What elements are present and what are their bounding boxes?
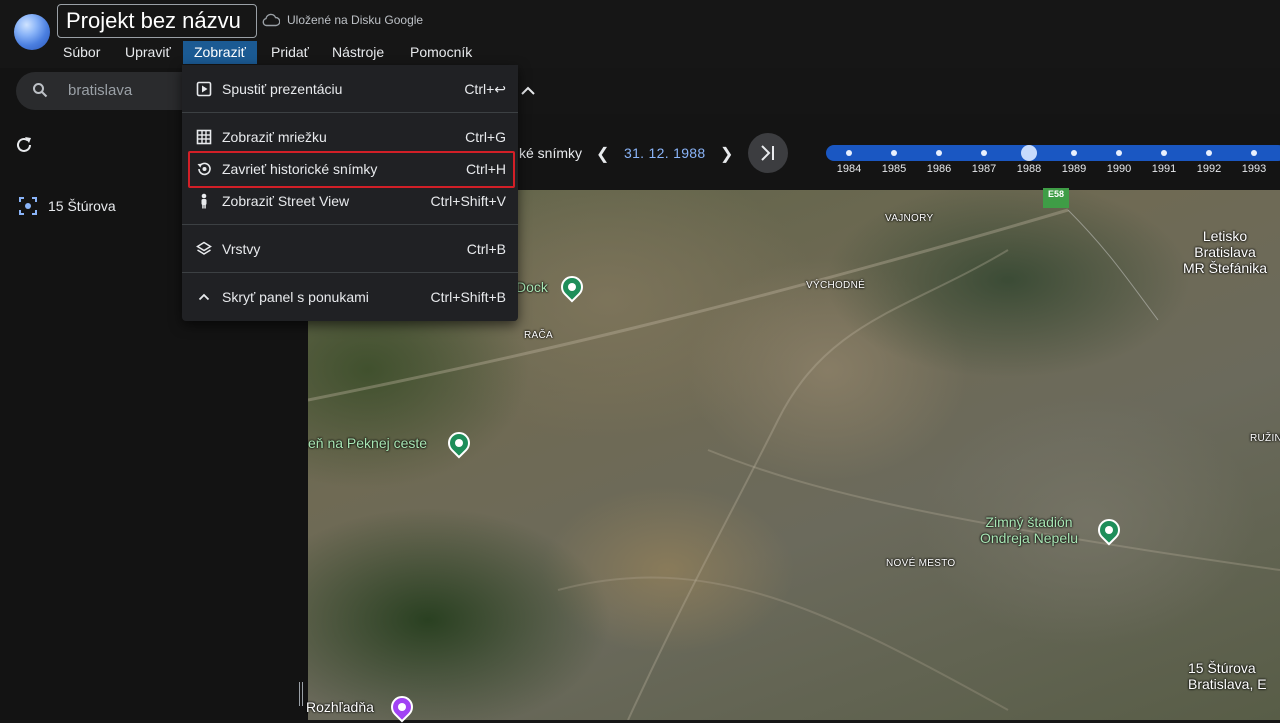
timeline-slider-thumb[interactable]	[1021, 145, 1037, 161]
place-item-label[interactable]: 15 Štúrova	[48, 198, 116, 214]
timeline-tick[interactable]	[1161, 150, 1167, 156]
menu-item-shortcut: Ctrl+Shift+V	[430, 193, 506, 209]
timeline-tick[interactable]	[936, 150, 942, 156]
timeline-year-label: 1993	[1241, 163, 1267, 175]
menu-item-label: Zobraziť mriežku	[222, 129, 327, 145]
timeline-year-label: 1990	[1106, 163, 1132, 175]
timeline-tick[interactable]	[1251, 150, 1257, 156]
menu-item-street-view[interactable]: Zobraziť Street View Ctrl+Shift+V	[182, 185, 518, 217]
timeline-year-label: 1984	[836, 163, 862, 175]
map-label-peknej-cesta: eň na Peknej ceste	[308, 435, 428, 451]
map-label-stadium: Zimný štadión Ondreja Nepelu	[979, 514, 1079, 546]
menu-upravit[interactable]: Upraviť	[125, 41, 171, 64]
layers-icon	[196, 241, 212, 255]
map-label-ruzinov: RUŽIN	[1250, 433, 1280, 444]
refresh-icon[interactable]	[14, 135, 34, 155]
map-label-vajnory: VAJNORY	[885, 213, 934, 224]
menu-zobrazit[interactable]: Zobraziť	[183, 41, 257, 64]
collapse-chevron-icon[interactable]	[518, 82, 538, 98]
sidebar-resize-handle[interactable]	[299, 682, 303, 706]
google-earth-logo[interactable]	[14, 14, 50, 50]
menu-item-label: Skryť panel s ponukami	[222, 289, 369, 305]
historical-imagery-label: ké snímky	[519, 145, 583, 161]
play-icon	[196, 81, 212, 97]
map-label-rozhladna: Rozhľadňa	[306, 699, 374, 715]
map-label-airport: Letisko Bratislava MR Štefánika	[1182, 228, 1268, 276]
menu-item-label: Zobraziť Street View	[222, 193, 350, 209]
menu-item-label: Spustiť prezentáciu	[222, 81, 343, 97]
timeline-tick[interactable]	[1116, 150, 1122, 156]
place-focus-icon	[19, 197, 37, 215]
menu-item-show-grid[interactable]: Zobraziť mriežku Ctrl+G	[182, 121, 518, 153]
map-label-dock: Dock	[516, 279, 548, 295]
grid-icon	[196, 129, 212, 145]
prev-date-chevron-icon[interactable]: ❮	[596, 144, 609, 164]
menu-item-start-presentation[interactable]: Spustiť prezentáciu Ctrl+↩	[182, 73, 518, 105]
menu-subor[interactable]: Súbor	[63, 41, 100, 64]
menu-nastroje[interactable]: Nástroje	[332, 41, 384, 64]
map-label-vychodne: VÝCHODNÉ	[806, 280, 866, 291]
menu-item-label: Vrstvy	[222, 241, 261, 257]
menu-pridat[interactable]: Pridať	[271, 41, 309, 64]
chevron-up-icon	[198, 293, 210, 301]
imagery-date: 31. 12. 1988	[624, 145, 706, 161]
menu-item-shortcut: Ctrl+B	[466, 241, 506, 257]
menu-item-shortcut: Ctrl+Shift+B	[430, 289, 506, 305]
search-value[interactable]: bratislava	[68, 82, 132, 99]
menu-item-shortcut: Ctrl+↩	[464, 81, 506, 97]
timeline-tick[interactable]	[846, 150, 852, 156]
skip-to-latest-button[interactable]	[748, 133, 788, 173]
timeline-year-label: 1992	[1196, 163, 1222, 175]
menu-item-shortcut: Ctrl+G	[465, 129, 506, 145]
road-shield-e58: E58	[1043, 188, 1069, 208]
map-label-raca: RAČA	[524, 330, 553, 341]
menu-item-layers[interactable]: Vrstvy Ctrl+B	[182, 233, 518, 265]
save-status: Uložené na Disku Google	[287, 13, 424, 27]
timeline-year-label: 1986	[926, 163, 952, 175]
pegman-icon	[201, 193, 207, 209]
timeline-tick[interactable]	[891, 150, 897, 156]
timeline-year-label: 1987	[971, 163, 997, 175]
cloud-icon	[262, 13, 280, 27]
timeline-tick[interactable]	[1206, 150, 1212, 156]
menu-item-hide-menubar[interactable]: Skryť panel s ponukami Ctrl+Shift+B	[182, 281, 518, 313]
map-label-nove-mesto: NOVÉ MESTO	[886, 558, 956, 569]
menu-separator	[182, 224, 518, 225]
search-icon	[33, 83, 48, 98]
timeline-year-label: 1989	[1061, 163, 1087, 175]
menu-separator	[182, 112, 518, 113]
menu-separator	[182, 272, 518, 273]
timeline-tick[interactable]	[1071, 150, 1077, 156]
menu-pomocnik[interactable]: Pomocník	[410, 41, 472, 64]
timeline-year-label: 1985	[881, 163, 907, 175]
timeline-year-label: 1991	[1151, 163, 1177, 175]
project-title-input[interactable]: Projekt bez názvu	[57, 4, 257, 38]
timeline-tick[interactable]	[981, 150, 987, 156]
next-date-chevron-icon[interactable]: ❯	[720, 144, 733, 164]
map-label-address: 15 Štúrova Bratislava, E	[1188, 660, 1267, 692]
skip-end-icon	[761, 145, 774, 161]
highlight-box	[188, 151, 515, 188]
timeline-year-label: 1988	[1016, 163, 1042, 175]
